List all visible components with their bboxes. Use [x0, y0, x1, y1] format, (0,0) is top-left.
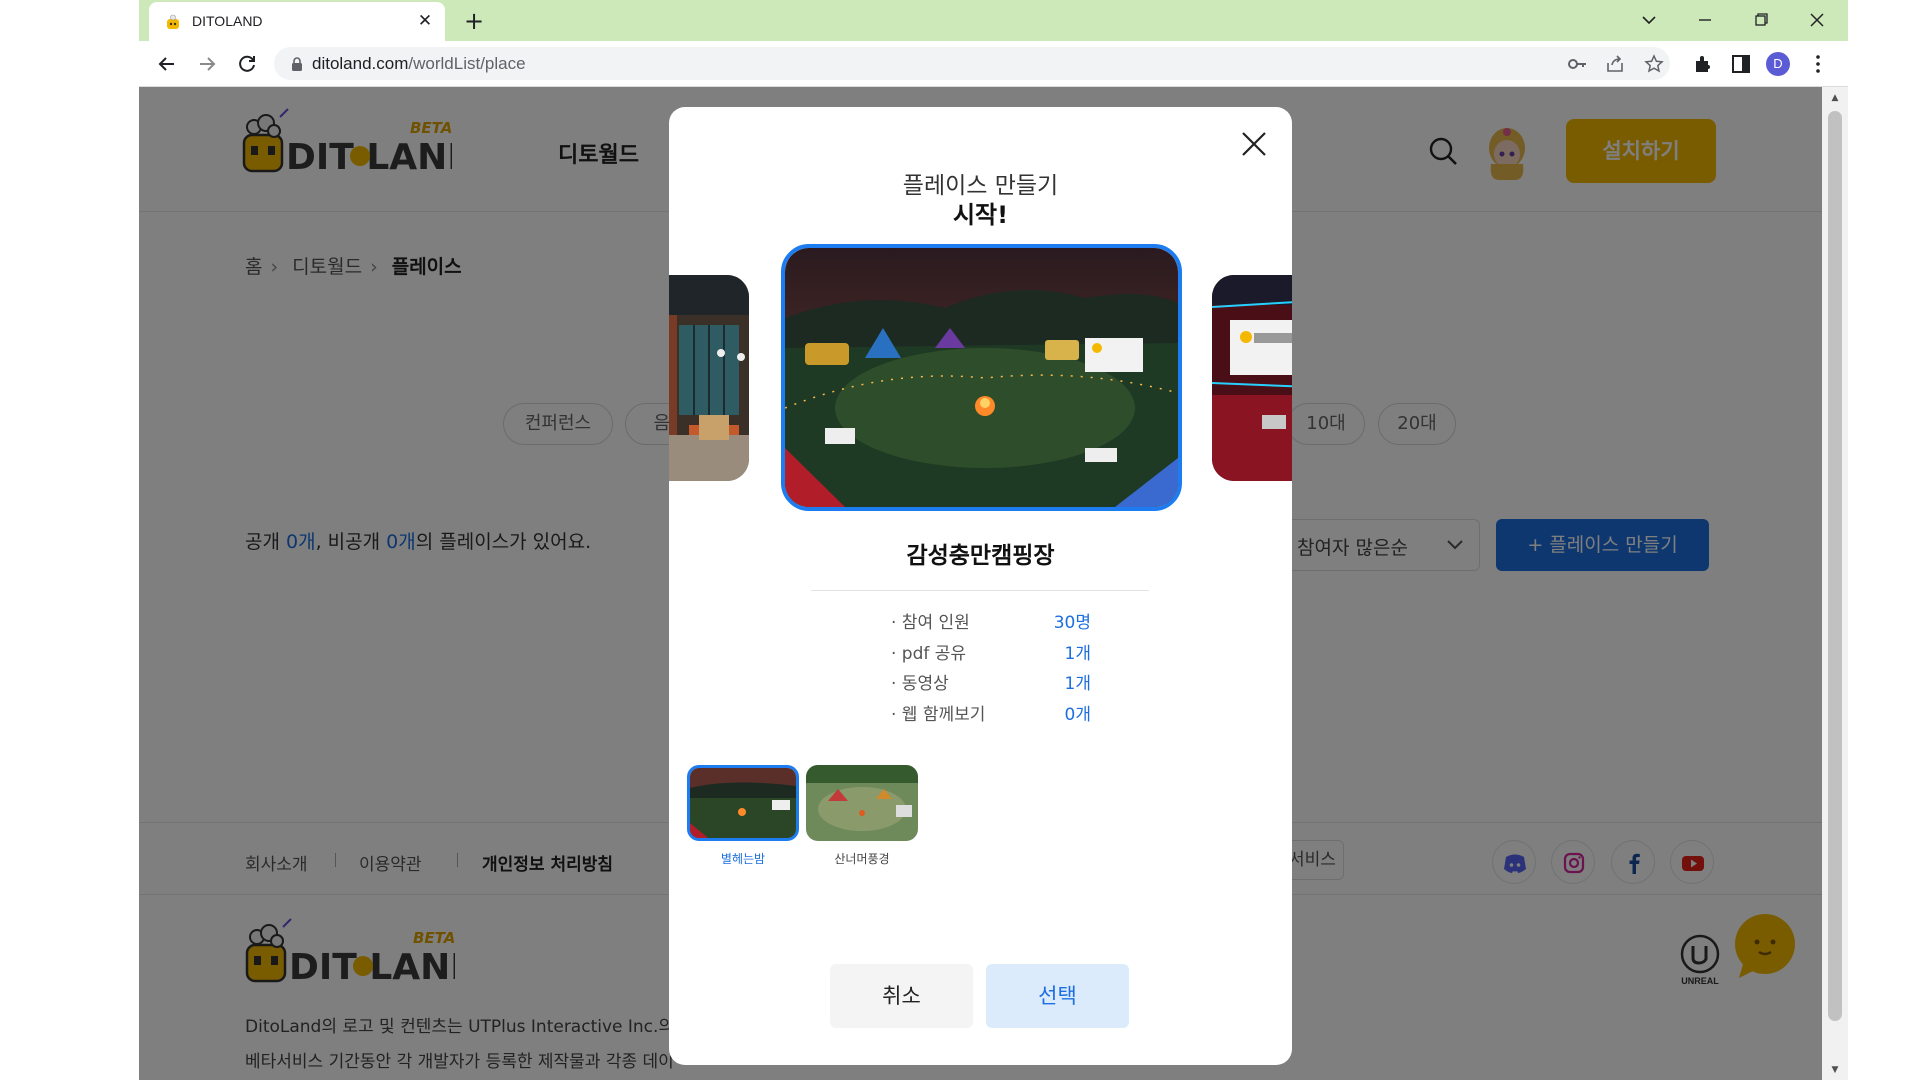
address-bar[interactable]: ditoland.com/worldList/place	[274, 47, 1670, 80]
variant-label-over-the-mountain[interactable]: 산너머풍경	[806, 850, 918, 867]
stat-pdf-share: · pdf 공유 1개	[891, 644, 1091, 664]
select-button[interactable]: 선택	[986, 964, 1129, 1028]
forward-arrow-icon[interactable]	[193, 50, 221, 78]
carousel-next-template[interactable]	[1212, 275, 1292, 481]
window-close-icon[interactable]	[1801, 6, 1833, 34]
page-scrollbar[interactable]: ▲ ▼	[1822, 87, 1848, 1080]
key-icon[interactable]	[1566, 53, 1588, 75]
carousel-prev-template[interactable]	[669, 275, 749, 481]
minimize-icon[interactable]	[1689, 6, 1721, 34]
share-icon[interactable]	[1604, 53, 1626, 75]
lock-icon[interactable]	[290, 56, 304, 72]
kebab-menu-icon[interactable]	[1806, 52, 1830, 76]
camping-night-preview-image	[785, 248, 1178, 507]
browser-toolbar: ditoland.com/worldList/place D	[139, 41, 1848, 87]
stat-web-cobrowse: · 웹 함께보기 0개	[891, 705, 1091, 725]
restore-icon[interactable]	[1745, 6, 1777, 34]
starry-night-thumbnail	[690, 768, 796, 838]
modal-divider	[811, 590, 1149, 591]
reload-icon[interactable]	[233, 50, 261, 78]
modal-subtitle: 시작!	[952, 201, 1009, 229]
bookmark-star-icon[interactable]	[1643, 53, 1665, 75]
scrollbar-thumb[interactable]	[1828, 111, 1842, 1021]
url-text[interactable]: ditoland.com/worldList/place	[312, 54, 526, 74]
variant-label-starry-night[interactable]: 별헤는밤	[687, 850, 799, 867]
tab-title: DITOLAND	[192, 13, 263, 29]
create-place-modal: 플레이스 만들기 시작! 감성충만캠핑장 · 참여 인원 30명 · pdf 공…	[669, 107, 1292, 1065]
place-name: 감성충만캠핑장	[906, 543, 1055, 569]
variant-thumb-starry-night[interactable]	[687, 765, 799, 841]
carousel-main-template[interactable]	[781, 244, 1182, 511]
tab-strip: DITOLAND ✕ +	[139, 0, 1848, 41]
cancel-button[interactable]: 취소	[830, 964, 973, 1028]
browser-chrome: DITOLAND ✕ + ditoland.com/worldList/plac…	[139, 0, 1848, 87]
stat-video: · 동영상 1개	[891, 674, 1091, 694]
stat-participants: · 참여 인원 30명	[891, 613, 1091, 633]
browser-tab[interactable]: DITOLAND ✕	[149, 2, 445, 41]
extensions-puzzle-icon[interactable]	[1691, 52, 1715, 76]
new-tab-button[interactable]: +	[461, 8, 487, 34]
scroll-up-arrow-icon[interactable]: ▲	[1829, 93, 1841, 103]
variant-thumb-over-the-mountain[interactable]	[806, 765, 918, 841]
profile-avatar[interactable]: D	[1766, 52, 1790, 76]
scroll-down-arrow-icon[interactable]: ▼	[1829, 1065, 1841, 1075]
back-arrow-icon[interactable]	[153, 50, 181, 78]
tab-search-chevron-icon[interactable]	[1633, 6, 1665, 34]
cafe-preview-image	[669, 275, 749, 481]
close-icon[interactable]	[1239, 129, 1269, 159]
ditoland-favicon-icon	[167, 14, 179, 29]
over-the-mountain-thumbnail	[806, 765, 918, 841]
tab-close-icon[interactable]: ✕	[415, 11, 435, 31]
conference-preview-image	[1212, 275, 1292, 481]
side-panel-icon[interactable]	[1729, 52, 1753, 76]
